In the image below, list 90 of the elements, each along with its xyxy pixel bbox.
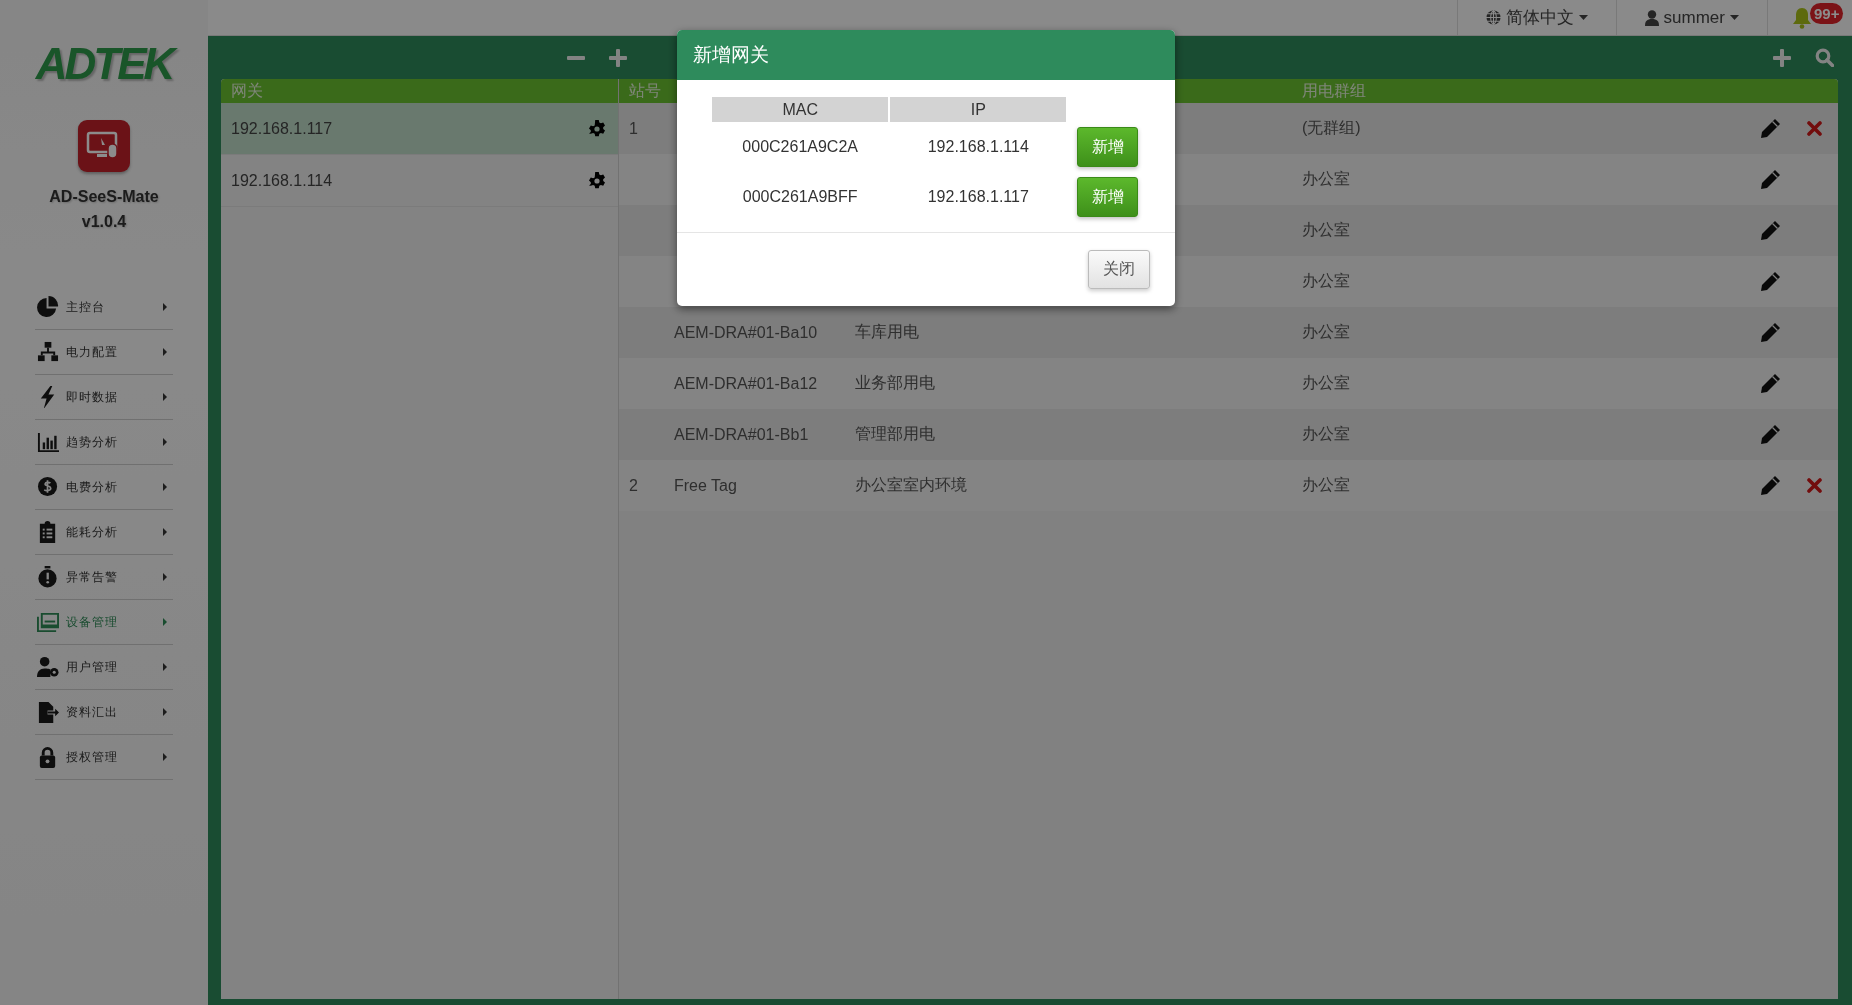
sidebar-item[interactable]: 授权管理 xyxy=(35,735,173,780)
plus-icon[interactable] xyxy=(1773,48,1791,67)
notification-button[interactable]: 99+ xyxy=(1767,0,1852,35)
table-cell-text: Free Tag xyxy=(674,476,738,495)
pencil-icon[interactable] xyxy=(1760,374,1780,393)
table-cell-text: 车库用电 xyxy=(855,322,920,342)
sidebar-item[interactable]: 电费分析 xyxy=(35,465,173,510)
app-version: v1.0.4 xyxy=(81,213,127,231)
sidebar-item[interactable]: 用户管理 xyxy=(35,645,173,690)
sidebar-item[interactable]: 主控台 xyxy=(35,285,173,330)
table-cell-text: AEM-DRA#01-Bb1 xyxy=(674,425,810,444)
caret-icon xyxy=(163,753,167,761)
pie-chart-icon xyxy=(37,296,59,318)
table-cell-text: 办公室 xyxy=(1302,271,1351,291)
bell-icon xyxy=(1792,6,1812,29)
caret-icon xyxy=(163,618,167,626)
pencil-icon[interactable] xyxy=(1760,170,1780,189)
table-cell-text: 办公室 xyxy=(1302,322,1351,342)
caret-icon xyxy=(163,663,167,671)
pencil-icon[interactable] xyxy=(1760,221,1780,240)
table-cell-text: 办公室 xyxy=(1302,169,1351,189)
table-cell-text: 管理部用电 xyxy=(855,424,936,444)
pencil-icon[interactable] xyxy=(1760,323,1780,342)
sidebar-item[interactable]: 即时数据 xyxy=(35,375,173,420)
app-name: AD-SeeS-Mate xyxy=(49,188,159,206)
table-cell-text: 1 xyxy=(628,119,639,138)
caret-icon xyxy=(1730,15,1739,20)
gateway-row[interactable]: 192.168.1.117 xyxy=(221,103,618,155)
caret-icon xyxy=(163,573,167,581)
table-cell-text: AEM-DRA#01-Ba12 xyxy=(674,374,819,393)
column-header: 用电群组 xyxy=(1302,80,1367,101)
table-cell-text: AEM-DRA#01-Ba10 xyxy=(674,323,819,342)
pencil-icon[interactable] xyxy=(1760,119,1780,138)
plus-icon[interactable] xyxy=(609,48,627,67)
user-icon xyxy=(1644,9,1659,26)
column-header: MAC xyxy=(712,97,889,122)
delete-icon[interactable] xyxy=(1806,121,1822,136)
table-cell-text: 000C261A9BFF xyxy=(741,187,859,207)
user-menu[interactable]: summer xyxy=(1615,0,1767,35)
globe-icon xyxy=(1485,10,1501,25)
bar-chart-icon xyxy=(37,431,59,453)
sidebar-item[interactable]: 电力配置 xyxy=(35,330,173,375)
language-menu[interactable]: 简体中文 xyxy=(1456,0,1616,35)
sidebar-item[interactable]: 设备管理 xyxy=(35,600,173,645)
file-export-icon xyxy=(37,701,59,723)
add-button[interactable]: 新增 xyxy=(1077,177,1138,217)
table-header: 网关 xyxy=(221,79,618,103)
caret-icon xyxy=(163,393,167,401)
gear-icon[interactable] xyxy=(588,171,606,190)
table-cell-text: 192.168.1.114 xyxy=(926,137,1030,157)
user-gear-icon xyxy=(37,656,59,678)
pencil-icon[interactable] xyxy=(1760,272,1780,291)
caret-icon xyxy=(163,708,167,716)
pencil-icon[interactable] xyxy=(1760,476,1780,495)
caret-icon xyxy=(163,483,167,491)
sidebar-item[interactable]: 能耗分析 xyxy=(35,510,173,555)
column-header: 站号 xyxy=(628,80,662,101)
table-cell-text: 192.168.1.117 xyxy=(926,187,1030,207)
caret-icon xyxy=(163,303,167,311)
stopwatch-icon xyxy=(37,566,59,588)
table-cell-text: 办公室室内环境 xyxy=(855,475,968,495)
dialog-title: 新增网关 xyxy=(677,30,1175,80)
monitor-icon xyxy=(37,611,59,633)
sitemap-icon xyxy=(37,341,59,363)
table-cell-text: (无群组) xyxy=(1302,118,1362,138)
search-icon[interactable] xyxy=(1815,48,1834,67)
table-cell-text: 办公室 xyxy=(1302,373,1351,393)
add-button[interactable]: 新增 xyxy=(1077,127,1138,167)
notification-badge: 99+ xyxy=(1810,3,1844,24)
gear-icon[interactable] xyxy=(588,119,606,138)
app-icon xyxy=(78,120,130,172)
table-cell-text: 2 xyxy=(628,476,639,495)
sidebar-item[interactable]: 异常告警 xyxy=(35,555,173,600)
gateway-row[interactable]: 192.168.1.114 xyxy=(221,155,618,207)
sidebar-item[interactable]: 趋势分析 xyxy=(35,420,173,465)
dollar-icon xyxy=(37,476,59,498)
table-cell-text: 000C261A9C2A xyxy=(741,137,859,157)
delete-icon[interactable] xyxy=(1806,478,1822,493)
table-cell-text: 业务部用电 xyxy=(855,373,936,393)
caret-icon xyxy=(163,528,167,536)
column-header: IP xyxy=(890,97,1067,122)
caret-icon xyxy=(163,438,167,446)
pencil-icon[interactable] xyxy=(1760,425,1780,444)
caret-icon xyxy=(163,348,167,356)
table-cell-text: 办公室 xyxy=(1302,220,1351,240)
sidebar-item[interactable]: 资料汇出 xyxy=(35,690,173,735)
table-cell-text: 办公室 xyxy=(1302,475,1351,495)
close-button[interactable]: 关闭 xyxy=(1088,250,1150,289)
caret-icon xyxy=(1578,15,1588,20)
table-cell-text: 办公室 xyxy=(1302,424,1351,444)
